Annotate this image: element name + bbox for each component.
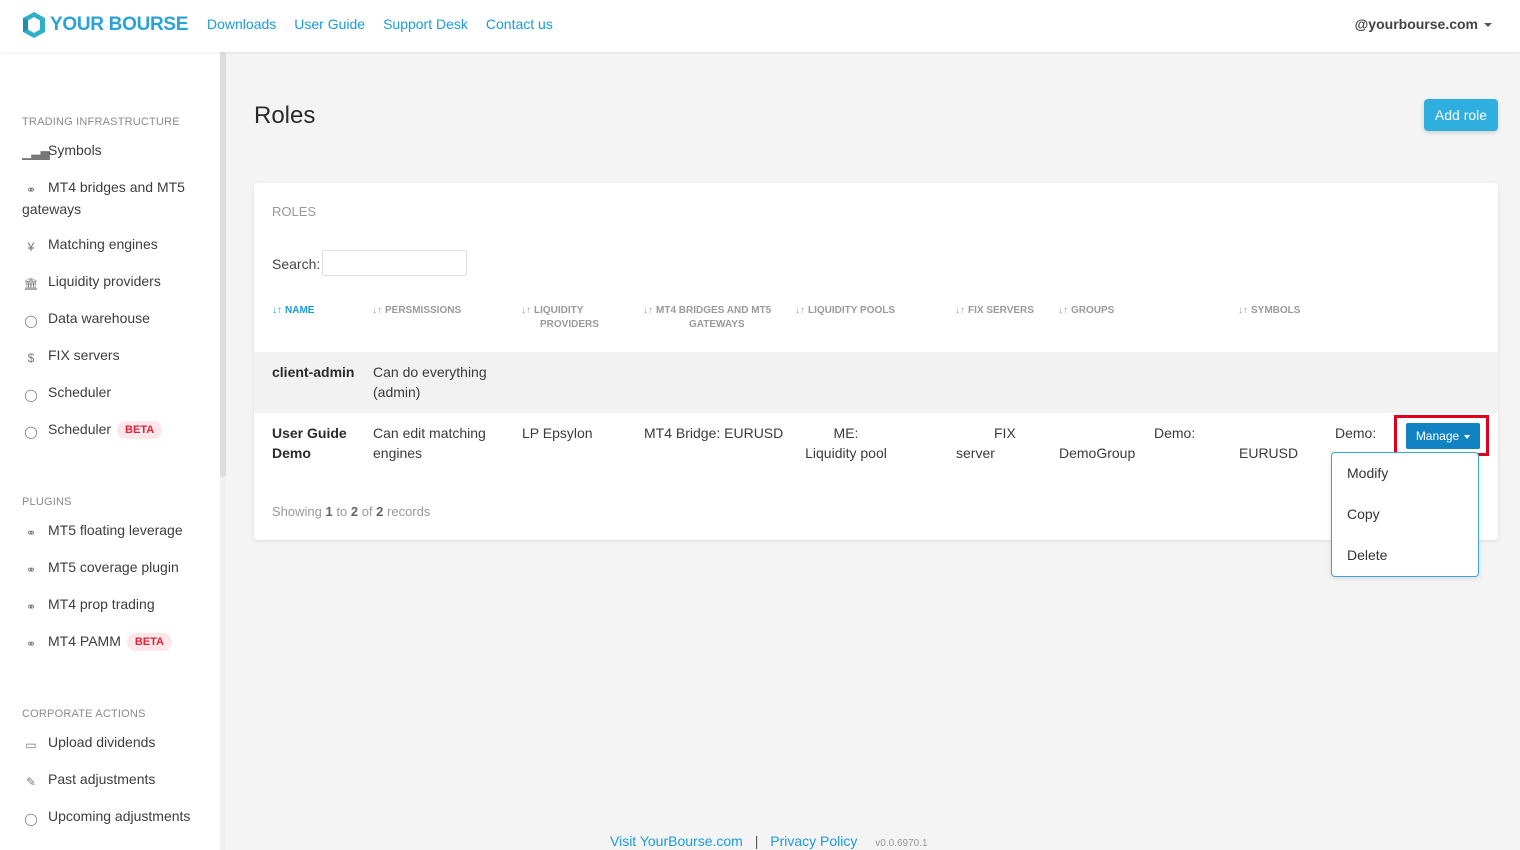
nav-contact-us[interactable]: Contact us	[486, 16, 553, 32]
footer: Visit YourBourse.com | Privacy Policy v0…	[610, 833, 928, 849]
circle-icon: ◯	[24, 812, 38, 826]
beta-badge: BETA	[126, 633, 172, 651]
cell-permissions: Can do everything (admin)	[373, 364, 487, 400]
sidebar-scrollbar[interactable]	[220, 52, 226, 477]
sort-icon: ↓↑	[1058, 305, 1068, 316]
cell-liquidity-providers: LP Epsylon	[522, 425, 593, 441]
app-version: v0.0.6970.1	[875, 838, 928, 849]
column-header-symbols[interactable]: ↓↑ SYMBOLS	[1238, 304, 1300, 318]
sidebar-section-plugins: PLUGINS	[22, 496, 72, 508]
cell-groups: Demo: DemoGroup	[1059, 425, 1196, 461]
sidebar-item-scheduler-beta[interactable]: ◯ Scheduler BETA	[22, 418, 212, 440]
column-header-liquidity-pools[interactable]: ↓↑ LIQUIDITY POOLS	[795, 304, 895, 318]
sidebar-item-symbols[interactable]: ▁▃▅Symbols	[22, 139, 212, 161]
sidebar-item-upload-dividends[interactable]: ▭ Upload dividends	[22, 731, 212, 753]
brand-name: YOUR BOURSE	[50, 14, 189, 35]
search-label: Search:	[272, 256, 321, 272]
cell-liquidity-pools: ME: Liquidity pool	[805, 425, 887, 461]
sidebar-section-corporate-actions: CORPORATE ACTIONS	[22, 708, 146, 720]
brand-logo[interactable]: YOUR BOURSE	[22, 11, 188, 39]
bridge-icon: ⚭	[25, 637, 37, 651]
bridge-icon: ⚭	[25, 526, 37, 540]
chevron-down-icon	[1484, 23, 1492, 28]
cell-permissions: Can edit matching engines	[373, 425, 486, 461]
column-header-permissions[interactable]: ↓↑ PERSMISSIONS	[372, 304, 461, 318]
sort-icon: ↓↑	[955, 305, 965, 316]
column-header-liquidity-providers[interactable]: ↓↑ LIQUIDITY PROVIDERS	[521, 304, 599, 332]
user-menu[interactable]: @yourbourse.com	[1355, 16, 1492, 32]
sidebar-section-trading: TRADING INFRASTRUCTURE	[22, 116, 180, 128]
bridge-icon: ⚭	[25, 183, 37, 197]
roles-card: ROLES Search: ↓↑ NAME ↓↑ PERSMISSIONS ↓↑ LI…	[254, 183, 1498, 540]
folder-icon: ▭	[25, 738, 37, 752]
sort-icon: ↓↑	[1238, 305, 1248, 316]
footer-separator: |	[754, 833, 759, 849]
currency-icon: ¥	[27, 240, 35, 254]
sidebar-item-liquidity-providers[interactable]: 🏛 Liquidity providers	[22, 270, 212, 292]
bank-icon: 🏛	[23, 277, 39, 291]
menu-item-copy[interactable]: Copy	[1347, 506, 1380, 522]
sidebar-item-bridges[interactable]: ⚭ MT4 bridges and MT5 gateways	[22, 176, 212, 220]
sidebar-item-past-adjustments[interactable]: ✎ Past adjustments	[22, 768, 212, 790]
cell-fix-servers: FIX server	[956, 425, 1016, 461]
bridge-icon: ⚭	[25, 600, 37, 614]
user-email: @yourbourse.com	[1354, 16, 1478, 32]
bar-chart-icon: ▁▃▅	[22, 146, 50, 160]
manage-button[interactable]: Manage	[1406, 423, 1480, 449]
sort-icon: ↓↑	[521, 305, 531, 316]
chevron-down-icon	[1464, 434, 1471, 439]
sort-icon: ↓↑	[795, 305, 805, 316]
edit-icon: ✎	[25, 775, 37, 789]
nav-downloads[interactable]: Downloads	[207, 16, 276, 32]
sidebar-item-mt5-floating-leverage[interactable]: ⚭ MT5 floating leverage	[22, 519, 212, 541]
nav-user-guide[interactable]: User Guide	[294, 16, 365, 32]
menu-item-modify[interactable]: Modify	[1347, 465, 1388, 481]
sidebar-item-matching-engines[interactable]: ¥ Matching engines	[22, 233, 212, 255]
records-summary: Showing 1 to 2 of 2 records	[272, 504, 431, 519]
sidebar-item-data-warehouse[interactable]: ◯ Data warehouse	[22, 307, 212, 329]
cell-name: User Guide Demo	[272, 425, 347, 461]
cell-name: client-admin	[272, 364, 355, 380]
sidebar-item-upcoming-adjustments[interactable]: ◯ Upcoming adjustments	[22, 805, 212, 827]
top-navbar: YOUR BOURSE Downloads User Guide Support…	[0, 0, 1520, 52]
search-input[interactable]	[322, 250, 467, 276]
bridge-icon: ⚭	[25, 563, 37, 577]
sidebar-item-mt4-prop-trading[interactable]: ⚭ MT4 prop trading	[22, 593, 212, 615]
cell-bridges: MT4 Bridge: EURUSD	[644, 425, 784, 441]
column-header-groups[interactable]: ↓↑ GROUPS	[1058, 304, 1114, 318]
sidebar-item-mt4-pamm[interactable]: ⚭ MT4 PAMM BETA	[22, 630, 212, 652]
sidebar-item-fix-servers[interactable]: $ FIX servers	[22, 344, 212, 366]
card-title: ROLES	[272, 204, 317, 219]
footer-link-privacy[interactable]: Privacy Policy	[770, 833, 857, 849]
sidebar-item-scheduler[interactable]: ◯ Scheduler	[22, 381, 212, 403]
sort-icon: ↓↑	[272, 305, 282, 316]
menu-item-delete[interactable]: Delete	[1347, 547, 1387, 563]
column-header-fix-servers[interactable]: ↓↑ FIX SERVERS	[955, 304, 1034, 318]
circle-icon: ◯	[24, 314, 38, 328]
column-header-name[interactable]: ↓↑ NAME	[272, 304, 314, 318]
dollar-doc-icon: $	[27, 351, 35, 365]
logo-icon	[23, 12, 45, 38]
add-role-button[interactable]: Add role	[1424, 99, 1498, 131]
top-nav-links: Downloads User Guide Support Desk Contac…	[207, 16, 553, 32]
sidebar-item-mt5-coverage-plugin[interactable]: ⚭ MT5 coverage plugin	[22, 556, 212, 578]
sort-icon: ↓↑	[372, 305, 382, 316]
manage-dropdown-menu: Modify Copy Delete	[1331, 452, 1479, 577]
column-header-bridges[interactable]: ↓↑ MT4 BRIDGES AND MT5 GATEWAYS	[643, 304, 771, 332]
circle-icon: ◯	[24, 425, 38, 439]
footer-link-yourbourse[interactable]: Visit YourBourse.com	[610, 833, 743, 849]
page-title: Roles	[254, 102, 316, 129]
beta-badge: BETA	[117, 421, 163, 439]
nav-support-desk[interactable]: Support Desk	[383, 16, 468, 32]
circle-icon: ◯	[24, 388, 38, 402]
sort-icon: ↓↑	[643, 305, 653, 316]
